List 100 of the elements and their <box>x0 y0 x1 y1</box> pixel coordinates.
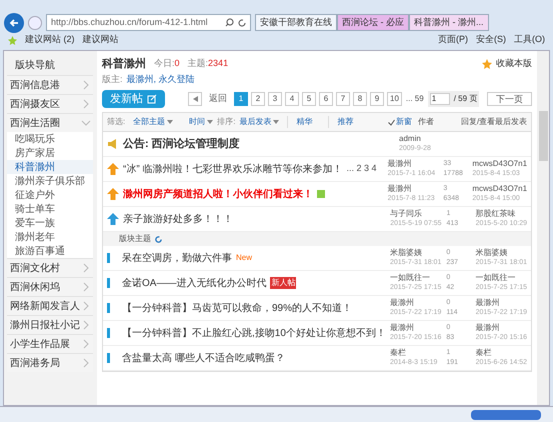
forum-title: 科普滁州 <box>102 56 146 72</box>
sidebar-item[interactable]: 旅游百事通 <box>7 244 93 258</box>
author-name[interactable]: 秦栏 <box>390 348 442 358</box>
prev-page-button[interactable] <box>188 92 202 106</box>
sidebar-item[interactable]: 征途户外 <box>7 188 93 202</box>
tab-title: 西涧论坛 - 必应 <box>342 16 404 29</box>
today-count: 0 <box>174 57 180 70</box>
sidebar-item[interactable]: 房产家居 <box>7 146 93 160</box>
toolbar-menu[interactable]: 工具(O) <box>514 33 545 47</box>
thread-title[interactable]: 【一分钟科普】马齿苋可以救命，99%的人不知道！ <box>122 300 352 316</box>
author-name[interactable]: 最滁州 <box>388 159 440 169</box>
page-input[interactable]: 1 <box>430 93 450 105</box>
page-button[interactable]: 4 <box>285 92 299 106</box>
url-text: http://bbs.chuzhou.cn/forum-412-1.html <box>51 16 209 29</box>
filter-label: 筛选: <box>107 116 126 128</box>
search-icon <box>225 18 234 27</box>
megaphone-icon <box>107 138 119 150</box>
browser-tab[interactable]: 安徽干部教育在线 <box>255 14 337 31</box>
last-poster[interactable]: 最滁州 <box>476 298 527 308</box>
last-poster[interactable]: 那股红茶味 <box>476 209 527 219</box>
thread-title[interactable]: “冰” 临滁州啦！七彩世界欢乐冰雕节等你来参加！ <box>123 162 342 176</box>
browser-tab[interactable]: 西涧论坛 - 必应 <box>337 14 409 31</box>
section-label: 版块主题 <box>119 233 151 245</box>
thread-title[interactable]: 含盐量太高 哪些人不适合吃咸鸭蛋？ <box>122 350 285 366</box>
group-label: 西涧港务局 <box>10 356 60 370</box>
page-button[interactable]: 5 <box>302 92 316 106</box>
page-button[interactable]: 9 <box>370 92 384 106</box>
favorites-link[interactable]: 建议网站 <box>82 33 118 47</box>
author-name[interactable]: 与子同乐 <box>390 209 442 219</box>
topic-marker <box>107 253 110 263</box>
author-name[interactable]: 最滁州 <box>390 298 442 308</box>
author-name[interactable]: 最滁州 <box>388 184 440 194</box>
sort-label: 排序: <box>217 116 236 128</box>
last-poster[interactable]: mcwsD43O7n1 <box>472 184 528 194</box>
page-links[interactable]: ... 2 3 4 <box>346 162 376 176</box>
thread-title[interactable]: 公告: 西涧论坛管理制度 <box>123 136 240 152</box>
group-label: 西涧文化村 <box>10 262 60 276</box>
toolbar-menu[interactable]: 页面(P) <box>438 33 468 47</box>
forward-button[interactable] <box>28 16 42 30</box>
thread-title[interactable]: 滁州网房产频道招人啦！小伙伴们看过来！ <box>123 186 313 202</box>
favorites-link[interactable]: 建议网站 (2) <box>25 33 74 47</box>
last-poster[interactable]: 米脂婆姨 <box>476 248 527 258</box>
sidebar-item[interactable]: 滁州亲子俱乐部 <box>7 174 93 188</box>
star-icon <box>482 59 492 69</box>
group-label: 小学生作品展 <box>10 338 70 352</box>
time-filter[interactable]: 时间 <box>189 116 214 128</box>
page-button[interactable]: 6 <box>319 92 333 106</box>
favorite-link[interactable]: 收藏本版 <box>496 57 532 71</box>
recommend-link[interactable]: 推荐 <box>328 116 388 128</box>
edit-icon <box>147 94 157 104</box>
new-window-checkbox[interactable]: 新窗 <box>388 116 418 128</box>
refresh-icon <box>155 236 162 242</box>
group-label: 西涧生活圈 <box>10 116 60 130</box>
thread-title[interactable]: 金诺OA——进入无纸化办公时代 <box>122 276 266 290</box>
page-button[interactable]: 8 <box>353 92 367 106</box>
page-button[interactable]: 2 <box>251 92 265 106</box>
back-button[interactable] <box>4 12 24 32</box>
page-button[interactable]: 10 <box>387 92 402 106</box>
page-button[interactable]: 7 <box>336 92 350 106</box>
topics-count: 2341 <box>208 57 228 70</box>
last-poster[interactable]: 最滁州 <box>476 323 527 333</box>
author-name[interactable]: 一如既往一 <box>390 273 442 283</box>
sidebar-item[interactable]: 科普滁州 <box>7 160 93 174</box>
author-name[interactable]: 最滁州 <box>390 323 442 333</box>
address-bar[interactable]: http://bbs.chuzhou.cn/forum-412-1.html <box>46 14 251 31</box>
type-filter[interactable]: 全部主题 <box>133 116 174 128</box>
author-name[interactable]: admin <box>399 134 453 144</box>
caret-icon <box>273 120 280 124</box>
author-name[interactable]: 米脂婆姨 <box>390 248 442 258</box>
thread-title[interactable]: 亲子旅游好处多多！！！ <box>123 212 233 226</box>
sidebar-item[interactable]: 爱车一族 <box>7 216 93 230</box>
newbie-tag: 新人帖 <box>270 277 296 289</box>
sidebar-item[interactable]: 吃喝玩乐 <box>7 132 93 146</box>
page-button[interactable]: ... 59 <box>404 92 425 106</box>
page-button[interactable]: 3 <box>268 92 282 106</box>
last-poster[interactable]: mcwsD43O7n1 <box>472 159 528 169</box>
thread-title[interactable]: 呆在空调房，勤做六件事 <box>122 250 232 266</box>
topic-marker <box>107 303 110 313</box>
page-total: / 59 页 <box>454 93 478 105</box>
sort-filter[interactable]: 最后发表 <box>239 116 280 128</box>
moderators-link[interactable]: 最滁州, 永久登陆 <box>126 72 195 86</box>
browser-tab[interactable]: 科普滁州 - 滁州... <box>409 14 488 31</box>
scrollbar-thumb[interactable] <box>538 111 548 161</box>
thread-title[interactable]: 【一分钟科普】不止脸红心跳,接吻10个好处让你意想不到！ <box>122 326 386 340</box>
last-poster[interactable]: 一如既往一 <box>476 273 527 283</box>
toolbar-menu[interactable]: 安全(S) <box>476 33 506 47</box>
column-header: 最后发表 <box>495 116 527 128</box>
checkmark-icon <box>388 118 395 126</box>
sidebar-item[interactable]: 滁州老年 <box>7 230 93 244</box>
column-header: 作者 <box>418 116 436 128</box>
sidebar-item[interactable]: 骑士单车 <box>7 202 93 216</box>
topics-label: 主题: <box>188 57 208 70</box>
next-page-button[interactable]: 下一页 <box>487 92 532 106</box>
group-label: 西涧休闲坞 <box>10 280 60 294</box>
last-poster[interactable]: 秦栏 <box>476 348 527 358</box>
back-link[interactable]: 返回 <box>209 92 227 106</box>
digest-link[interactable]: 精华 <box>287 116 312 128</box>
topic-marker <box>107 328 110 338</box>
new-tag: New <box>236 252 252 264</box>
left-triangle-icon <box>192 96 198 102</box>
